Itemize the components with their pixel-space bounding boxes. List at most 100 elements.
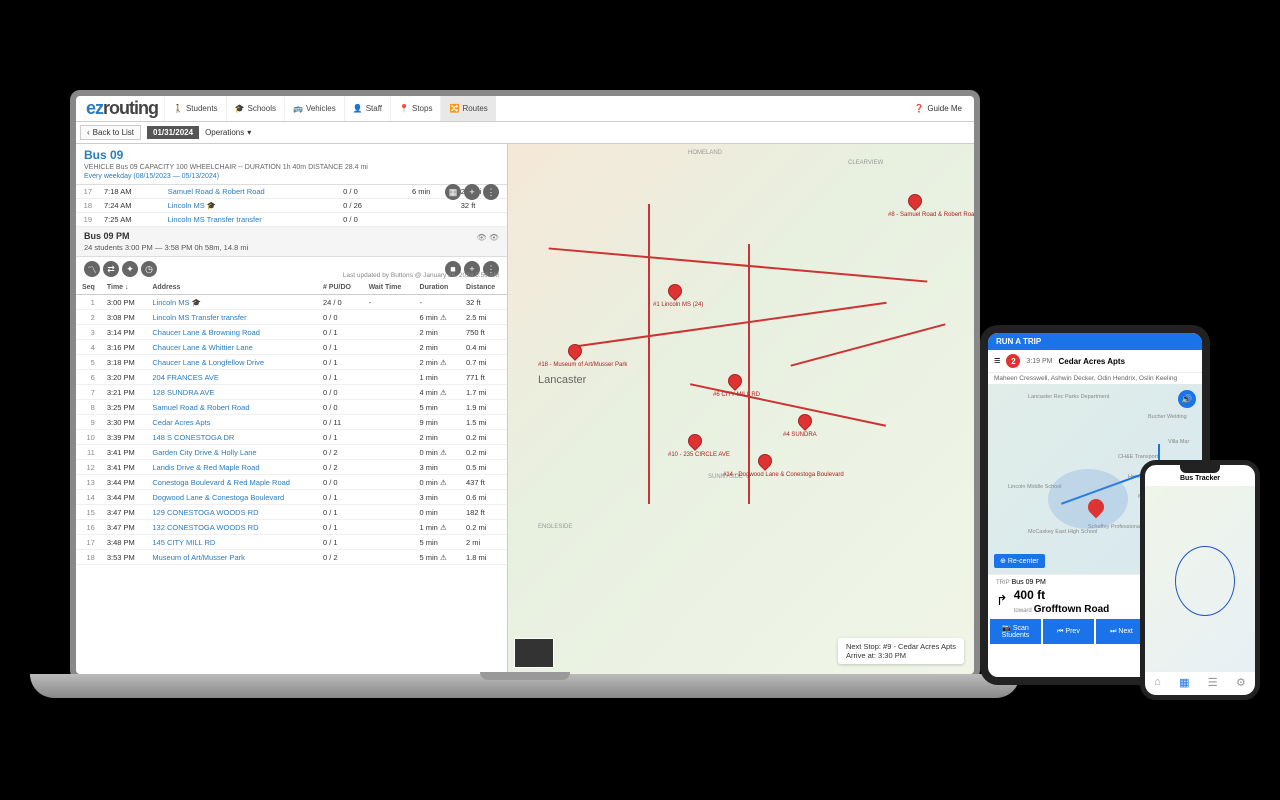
phone-frame: Bus Tracker ⌂ ▦ ☰ ⚙ (1140, 460, 1260, 700)
table-row[interactable]: 93:30 PMCedar Acres Apts0 / 119 min1.5 m… (76, 415, 507, 430)
recenter-button[interactable]: ⊕ Re-center (994, 554, 1045, 568)
col-dist[interactable]: Distance (460, 281, 507, 295)
phone-notch (1180, 465, 1220, 473)
table-row[interactable]: 83:25 PMSamuel Road & Robert Road0 / 05 … (76, 400, 507, 415)
pin-label-18: #18 - Museum of Art/Musser Park (538, 362, 627, 368)
visibility-toggle[interactable]: 👁 👁 (476, 233, 499, 242)
table-row[interactable]: 153:47 PM129 CONESTOGA WOODS RD0 / 10 mi… (76, 505, 507, 520)
person-icon: 👤 (353, 104, 363, 113)
map-pin-6[interactable] (725, 371, 745, 391)
table-row[interactable]: 133:44 PMConestoga Boulevard & Red Maple… (76, 475, 507, 490)
caret-down-icon: ▾ (247, 128, 251, 137)
home-icon[interactable]: ⌂ (1154, 676, 1161, 689)
tool-reverse[interactable]: ⇄ (103, 261, 119, 277)
distance: 400 ft (1014, 588, 1110, 602)
map-pin-8[interactable] (905, 191, 925, 211)
pm-tool-row: 〽 ⇄ ✦ ◷ ■ + ⋮ Last updated by Buttons @ … (76, 257, 507, 281)
laptop-frame: ezrouting 🚶Students 🎓Schools 🚌Vehicles 👤… (70, 90, 980, 680)
table-row[interactable]: 143:44 PMDogwood Lane & Conestoga Boulev… (76, 490, 507, 505)
pin-label-1: #1 Lincoln MS (24) (653, 302, 703, 308)
table-row[interactable]: 33:14 PMChaucer Lane & Browning Road0 / … (76, 325, 507, 340)
table-row[interactable]: 177:18 AMSamuel Road & Robert Road0 / 06… (76, 185, 507, 199)
menu-icon[interactable]: ≡ (994, 355, 1000, 367)
toward-label: toward (1014, 608, 1032, 614)
table-row[interactable]: 187:24 AMLincoln MS 🎓0 / 2632 ft (76, 199, 507, 213)
col-addr[interactable]: Address (146, 281, 317, 295)
date-picker[interactable]: 01/31/2024 (147, 126, 199, 139)
table-row[interactable]: 197:25 AMLincoln MS Transfer transfer0 /… (76, 213, 507, 227)
route-details-panel: Bus 09 VEHICLE Bus 09 CAPACITY 100 WHEEL… (76, 144, 508, 674)
map-pin-1[interactable] (665, 281, 685, 301)
table-row[interactable]: 103:39 PM148 S CONESTOGA DR0 / 12 min0.2… (76, 430, 507, 445)
calendar-icon: ▦ (449, 187, 458, 198)
list-icon[interactable]: ☰ (1208, 676, 1218, 689)
guide-me[interactable]: ❓Guide Me (906, 104, 970, 113)
tool-time[interactable]: ◷ (141, 261, 157, 277)
col-dur[interactable]: Duration (414, 281, 461, 295)
map-poi: Villa Mar (1168, 439, 1189, 445)
app-logo: ezrouting (80, 98, 164, 119)
next-stop-card: Next Stop: #9 - Cedar Acres Apts Arrive … (838, 638, 964, 664)
col-wait[interactable]: Wait Time (363, 281, 414, 295)
tool-optimize[interactable]: ✦ (122, 261, 138, 277)
voice-button[interactable]: 🔊 (1178, 390, 1196, 408)
table-row[interactable]: 173:48 PM145 CITY MILL RD0 / 15 min2 mi (76, 535, 507, 550)
back-to-list-button[interactable]: ‹Back to List (80, 125, 141, 140)
map-icon[interactable]: ▦ (1179, 676, 1189, 689)
table-row[interactable]: 123:41 PMLandis Drive & Red Maple Road0 … (76, 460, 507, 475)
pm-summary: 24 students 3:00 PM — 3:58 PM 0h 58m, 14… (84, 243, 499, 252)
table-row[interactable]: 163:47 PM132 CONESTOGA WOODS RD0 / 11 mi… (76, 520, 507, 535)
operations-menu[interactable]: Operations▾ (205, 128, 251, 137)
header-actions: ▦ + ⋮ (445, 184, 499, 200)
nav-stops[interactable]: 📍Stops (390, 96, 440, 121)
col-seq[interactable]: Seq (76, 281, 101, 295)
prev-button[interactable]: ⏮ Prev (1043, 619, 1094, 644)
map-poi: McCaskey East High School (1028, 529, 1097, 535)
stop-time: 3:19 PM (1026, 358, 1052, 365)
col-pudo[interactable]: # PU/DO (317, 281, 363, 295)
tablet-header: RUN A TRIP (988, 333, 1202, 350)
nav-schools[interactable]: 🎓Schools (226, 96, 284, 121)
trip-label: TRIP (996, 580, 1010, 586)
map-pin-4[interactable] (795, 411, 815, 431)
settings-icon[interactable]: ⚙ (1236, 676, 1246, 689)
route-loop (1175, 546, 1235, 616)
grad-icon: 🎓 (235, 104, 245, 113)
table-row[interactable]: 13:00 PMLincoln MS 🎓24 / 0--32 ft (76, 295, 507, 310)
nav-staff[interactable]: 👤Staff (344, 96, 390, 121)
nav-students[interactable]: 🚶Students (164, 96, 226, 121)
map-pin-14[interactable] (755, 451, 775, 471)
scan-students-button[interactable]: 📷 Scan Students (990, 619, 1041, 644)
next-stop-title: Next Stop: #9 - Cedar Acres Apts (846, 642, 956, 651)
walk-icon: 🚶 (173, 104, 183, 113)
pin-label-6: #6 CITY MILL RD (713, 392, 760, 398)
more-button[interactable]: ⋮ (483, 184, 499, 200)
add-button[interactable]: + (464, 184, 480, 200)
tool-sim[interactable]: 〽 (84, 261, 100, 277)
city-label: Lancaster (538, 374, 586, 386)
area-clearview: CLEARVIEW (848, 160, 883, 166)
table-row[interactable]: 113:41 PMGarden City Drive & Holly Lane0… (76, 445, 507, 460)
map-pin-10[interactable] (685, 431, 705, 451)
satellite-toggle[interactable] (514, 638, 554, 668)
nav-routes[interactable]: 🔀Routes (440, 96, 495, 121)
phone-map[interactable] (1145, 486, 1255, 671)
magic-icon: ✦ (126, 264, 134, 275)
road-name: Grofftown Road (1034, 604, 1110, 615)
bus-title: Bus 09 (84, 148, 499, 162)
table-row[interactable]: 43:16 PMChaucer Lane & Whittier Lane0 / … (76, 340, 507, 355)
nav-vehicles[interactable]: 🚌Vehicles (284, 96, 344, 121)
calendar-button[interactable]: ▦ (445, 184, 461, 200)
map-panel[interactable]: Lancaster HOMELAND CLEARVIEW SUNNYSIDE E… (508, 144, 974, 674)
col-time[interactable]: Time ↓ (101, 281, 147, 295)
table-row[interactable]: 183:53 PMMuseum of Art/Musser Park0 / 25… (76, 550, 507, 565)
table-row[interactable]: 53:18 PMChaucer Lane & Longfellow Drive0… (76, 355, 507, 370)
pm-stops-table: Seq Time ↓ Address # PU/DO Wait Time Dur… (76, 281, 507, 565)
table-row[interactable]: 23:08 PMLincoln MS Transfer transfer0 / … (76, 310, 507, 325)
table-row[interactable]: 63:20 PM204 FRANCES AVE0 / 11 min771 ft (76, 370, 507, 385)
map-poi: CH&E Transport (1118, 454, 1158, 460)
pin-label-4: #4 SUNDRA (783, 432, 817, 438)
table-row[interactable]: 73:21 PM128 SUNDRA AVE0 / 04 min ⚠1.7 mi (76, 385, 507, 400)
pin-label-14: #14 - Dogwood Lane & Conestoga Boulevard (723, 472, 844, 478)
help-icon: ❓ (914, 104, 924, 113)
